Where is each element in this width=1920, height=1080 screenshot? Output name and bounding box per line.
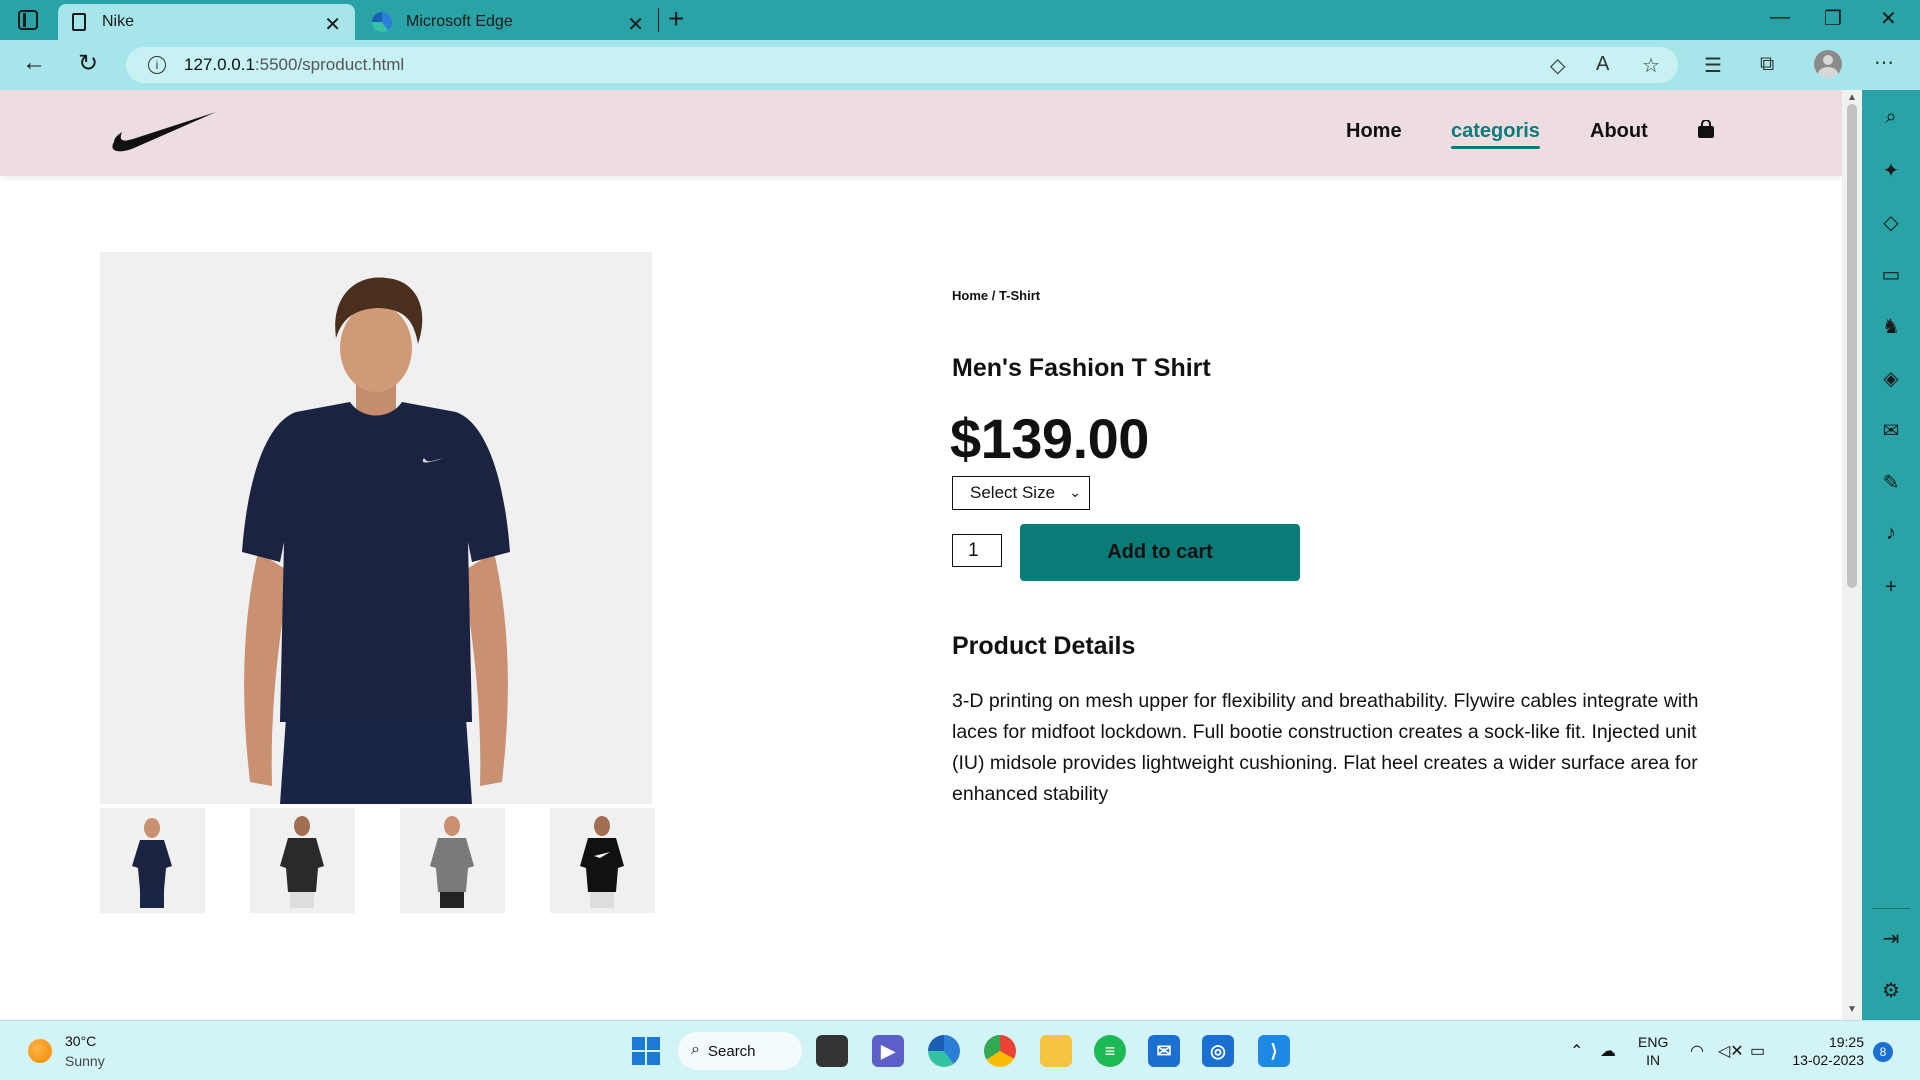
tab-divider xyxy=(658,8,659,32)
task-view-icon[interactable] xyxy=(816,1035,848,1067)
region-code: IN xyxy=(1646,1052,1661,1068)
weather-description[interactable]: Sunny xyxy=(65,1053,105,1069)
tab-nike[interactable]: Nike ✕ xyxy=(58,4,355,40)
teams-chat-icon[interactable]: ▶ xyxy=(872,1035,904,1067)
edge-logo-icon xyxy=(372,12,392,32)
nav-home[interactable]: Home xyxy=(1346,120,1402,143)
quantity-input[interactable]: 1 xyxy=(952,534,1002,567)
nav-categoris[interactable]: categoris xyxy=(1451,120,1540,149)
language-code: ENG xyxy=(1638,1034,1669,1050)
language-indicator[interactable]: ENG IN xyxy=(1638,1033,1668,1069)
close-tab-icon[interactable]: ✕ xyxy=(627,12,644,37)
notification-badge[interactable]: 8 xyxy=(1873,1042,1893,1062)
scrollbar-thumb[interactable] xyxy=(1847,104,1857,588)
favorites-icon[interactable]: ☰ xyxy=(1704,53,1722,78)
onedrive-icon[interactable]: ☁ xyxy=(1600,1041,1616,1061)
tab-microsoft-edge[interactable]: Microsoft Edge ✕ xyxy=(358,4,658,40)
file-explorer-icon[interactable] xyxy=(1040,1035,1072,1067)
page-viewport: Home categoris About Home / T-Shirt Men'… xyxy=(0,90,1842,1020)
show-hidden-icons-icon[interactable]: ⌃ xyxy=(1570,1041,1583,1061)
chrome-icon[interactable] xyxy=(984,1035,1016,1067)
new-tab-icon[interactable]: + xyxy=(668,3,684,35)
weather-temperature[interactable]: 30°C xyxy=(65,1033,96,1049)
tools-icon[interactable]: ▭ xyxy=(1881,262,1901,287)
add-sidebar-app-icon[interactable]: + xyxy=(1881,576,1901,599)
product-price: $139.00 xyxy=(950,407,1149,470)
battery-icon[interactable]: ▭ xyxy=(1750,1041,1765,1061)
site-info-icon[interactable]: i xyxy=(148,56,166,74)
more-options-icon[interactable]: ⋯ xyxy=(1874,50,1894,75)
search-icon[interactable]: ⌕ xyxy=(1881,106,1901,129)
nav-about[interactable]: About xyxy=(1590,120,1648,143)
document-icon xyxy=(72,13,86,31)
product-details-text: 3-D printing on mesh upper for flexibili… xyxy=(952,690,1699,805)
address-bar-row: ← ↻ i 127.0.0.1:5500/sproduct.html ◇ A ☆… xyxy=(0,40,1920,90)
vscode-icon[interactable]: ⟩ xyxy=(1258,1035,1290,1067)
sun-icon[interactable] xyxy=(28,1039,52,1063)
hide-sidebar-icon[interactable]: ⇥ xyxy=(1881,926,1901,951)
site-header: Home categoris About xyxy=(0,90,1842,176)
url-input[interactable]: i 127.0.0.1:5500/sproduct.html xyxy=(126,47,1678,83)
clock-date: 13-02-2023 xyxy=(1792,1052,1864,1068)
add-to-cart-button[interactable]: Add to cart xyxy=(1020,524,1300,581)
clock-time: 19:25 xyxy=(1828,1034,1864,1050)
size-select-value: Select Size xyxy=(970,483,1056,502)
outlook-icon[interactable]: ✉ xyxy=(1881,418,1901,443)
chevron-down-icon: ⌄ xyxy=(1069,484,1081,500)
thumbnail-4[interactable] xyxy=(550,808,655,913)
sidebar-divider xyxy=(1872,908,1910,909)
nike-logo[interactable] xyxy=(110,112,220,154)
collections-icon[interactable]: ⧉ xyxy=(1760,53,1774,76)
system-clock[interactable]: 19:25 13-02-2023 xyxy=(1780,1033,1864,1069)
product-main-image xyxy=(100,252,652,804)
thumbnail-3[interactable] xyxy=(400,808,505,913)
notifications-icon[interactable]: ♪ xyxy=(1881,522,1901,545)
tab-actions-icon[interactable] xyxy=(18,10,38,30)
browser-tab-bar: Nike ✕ Microsoft Edge ✕ + — ❐ ✕ xyxy=(0,0,1920,40)
volume-muted-icon[interactable]: ◁✕ xyxy=(1718,1041,1744,1061)
games-icon[interactable]: ♞ xyxy=(1881,314,1901,339)
product-details-heading: Product Details xyxy=(952,632,1136,660)
tag-icon[interactable]: ◇ xyxy=(1550,53,1565,78)
copilot-icon[interactable]: ✦ xyxy=(1881,158,1901,183)
restore-icon[interactable]: ❐ xyxy=(1824,6,1842,31)
close-tab-icon[interactable]: ✕ xyxy=(324,12,341,37)
size-select[interactable]: Select Size ⌄ xyxy=(952,476,1090,510)
shopping-tag-icon[interactable]: ◇ xyxy=(1881,210,1901,235)
windows-start-icon[interactable] xyxy=(630,1035,662,1067)
search-label: Search xyxy=(708,1042,756,1060)
add-favorite-icon[interactable]: ☆ xyxy=(1642,53,1660,78)
product-title: Men's Fashion T Shirt xyxy=(952,354,1211,382)
tab-label: Nike xyxy=(102,13,135,30)
wifi-icon[interactable]: ◠ xyxy=(1690,1041,1704,1061)
search-icon: ⌕ xyxy=(691,1041,700,1058)
thumbnail-1[interactable] xyxy=(100,808,205,913)
refresh-icon[interactable]: ↻ xyxy=(78,49,98,78)
mail-icon[interactable]: ✉ xyxy=(1148,1035,1180,1067)
tab-label: Microsoft Edge xyxy=(406,13,513,30)
windows-taskbar: 30°C Sunny ⌕ Search ▶ ≡ ✉ ◎ ⟩ ⌃ ☁ ENG IN… xyxy=(0,1020,1920,1080)
spotify-icon[interactable]: ≡ xyxy=(1094,1035,1126,1067)
read-aloud-icon[interactable]: A xyxy=(1596,53,1609,76)
edge-sidebar: ⌕ ✦ ◇ ▭ ♞ ◈ ✉ ✎ ♪ + ⇥ ⚙ xyxy=(1862,90,1920,1020)
shopping-bag-icon[interactable] xyxy=(1697,120,1715,138)
taskbar-search[interactable]: ⌕ Search xyxy=(678,1032,802,1070)
scroll-down-icon[interactable]: ▼ xyxy=(1847,1004,1857,1015)
breadcrumb: Home / T-Shirt xyxy=(952,288,1041,303)
designer-icon[interactable]: ✎ xyxy=(1881,470,1901,495)
scroll-up-icon[interactable]: ▲ xyxy=(1847,92,1857,103)
back-icon[interactable]: ← xyxy=(22,49,46,77)
url-text: 127.0.0.1:5500/sproduct.html xyxy=(184,55,405,74)
close-window-icon[interactable]: ✕ xyxy=(1880,6,1897,31)
store-app-icon[interactable]: ◎ xyxy=(1202,1035,1234,1067)
minimize-icon[interactable]: — xyxy=(1770,6,1790,29)
edge-browser-icon[interactable] xyxy=(928,1035,960,1067)
thumbnail-2[interactable] xyxy=(250,808,355,913)
office-icon[interactable]: ◈ xyxy=(1881,366,1901,391)
sidebar-settings-icon[interactable]: ⚙ xyxy=(1881,978,1901,1003)
page-scrollbar[interactable]: ▲ ▼ xyxy=(1842,90,1862,1020)
profile-avatar[interactable] xyxy=(1814,50,1842,78)
